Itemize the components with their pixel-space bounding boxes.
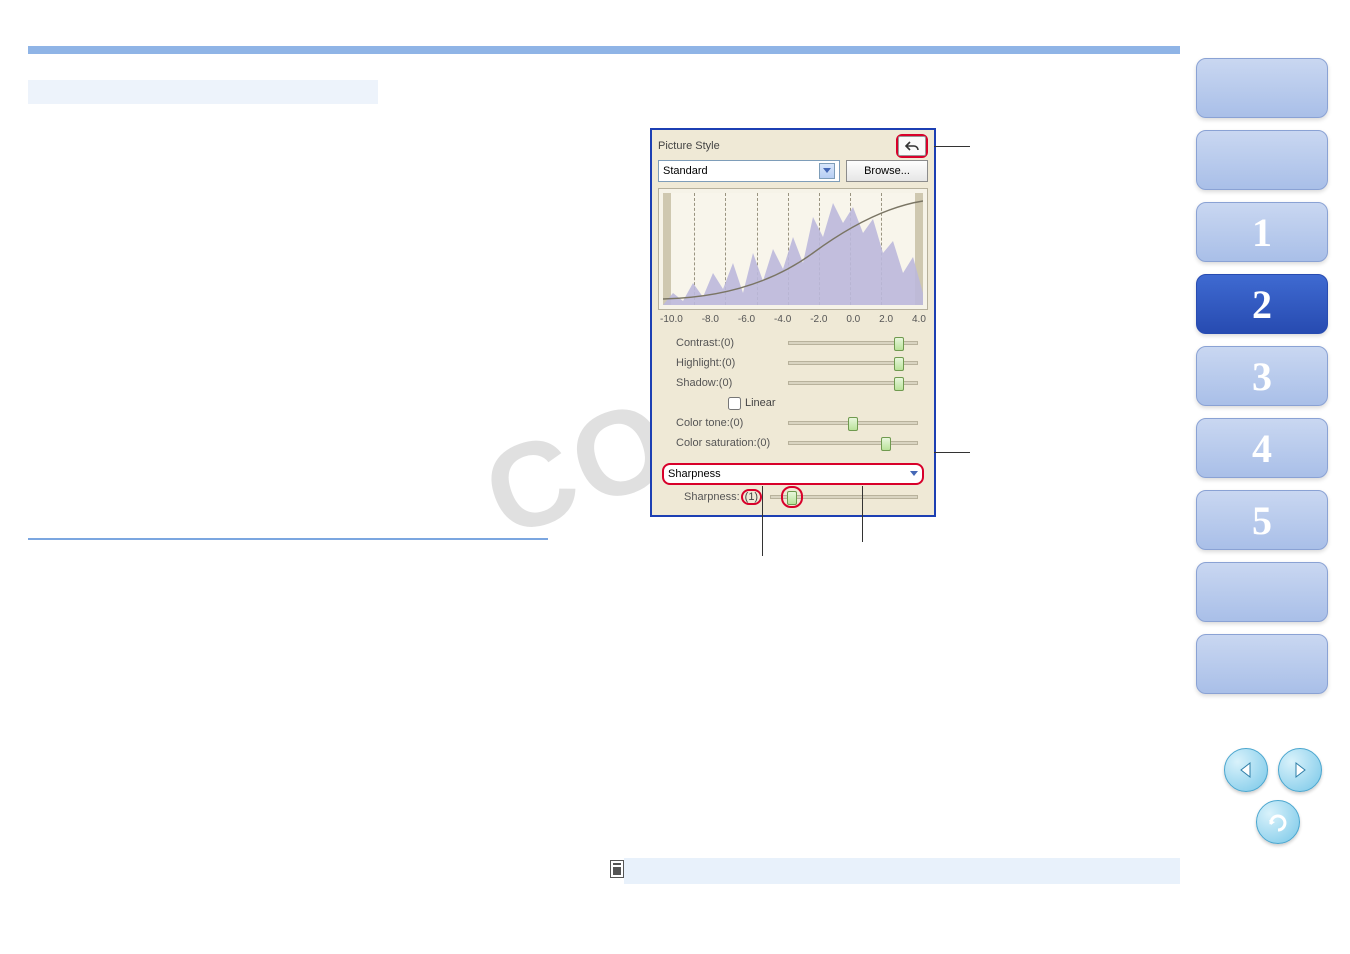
- picture-style-select[interactable]: Standard: [658, 160, 840, 182]
- nav-contents[interactable]: [1196, 130, 1328, 190]
- linear-label: Linear: [745, 397, 776, 409]
- browse-button[interactable]: Browse...: [846, 160, 928, 182]
- nav-chapter-4[interactable]: 4: [1196, 418, 1328, 478]
- chevron-down-icon: [910, 468, 918, 480]
- histogram: [658, 188, 928, 310]
- section-heading-placeholder: [28, 80, 378, 104]
- callout-leader: [762, 486, 763, 556]
- return-arrow-icon: [1267, 812, 1289, 832]
- callout-leader: [934, 452, 970, 453]
- histogram-ticks: -10.0 -8.0 -6.0 -4.0 -2.0 0.0 2.0 4.0: [652, 310, 934, 333]
- nav-index[interactable]: [1196, 634, 1328, 694]
- panel-title: Picture Style: [658, 140, 720, 152]
- shadow-slider[interactable]: [788, 381, 918, 385]
- sharpness-label: Sharpness:: [684, 491, 740, 503]
- contrast-slider[interactable]: [788, 341, 918, 345]
- contrast-label: Contrast:(0): [676, 337, 788, 349]
- linear-checkbox[interactable]: [728, 397, 741, 410]
- picture-style-value: Standard: [663, 165, 708, 177]
- divider: [28, 538, 548, 540]
- chapter-nav: 1 2 3 4 5: [1196, 58, 1328, 694]
- triangle-right-icon: [1291, 761, 1309, 779]
- picture-style-panel: Picture Style Standard Browse...: [650, 128, 936, 517]
- note-icon: [610, 860, 624, 878]
- sharpness-select-value: Sharpness: [668, 468, 721, 480]
- next-page-button[interactable]: [1278, 748, 1322, 792]
- highlight-label: Highlight:(0): [676, 357, 788, 369]
- revert-button[interactable]: [898, 136, 926, 156]
- undo-icon: [904, 140, 920, 152]
- nav-reference[interactable]: [1196, 562, 1328, 622]
- prev-page-button[interactable]: [1224, 748, 1268, 792]
- color-tone-label: Color tone:(0): [676, 417, 788, 429]
- color-saturation-slider[interactable]: [788, 441, 918, 445]
- nav-chapter-2[interactable]: 2: [1196, 274, 1328, 334]
- shadow-label: Shadow:(0): [676, 377, 788, 389]
- chevron-down-icon: [819, 163, 835, 179]
- nav-chapter-1[interactable]: 1: [1196, 202, 1328, 262]
- sharpness-value: (1): [741, 489, 762, 505]
- callout-leader: [862, 486, 863, 542]
- sharpness-select[interactable]: Sharpness: [662, 463, 924, 485]
- return-button[interactable]: [1256, 800, 1300, 844]
- highlight-slider[interactable]: [788, 361, 918, 365]
- color-saturation-label: Color saturation:(0): [676, 437, 788, 449]
- nav-intro[interactable]: [1196, 58, 1328, 118]
- callout-leader: [934, 146, 970, 147]
- top-rule: [28, 46, 1180, 54]
- nav-chapter-3[interactable]: 3: [1196, 346, 1328, 406]
- footnote-bar: [624, 858, 1180, 884]
- nav-chapter-5[interactable]: 5: [1196, 490, 1328, 550]
- color-tone-slider[interactable]: [788, 421, 918, 425]
- sharpness-slider[interactable]: [770, 495, 918, 499]
- triangle-left-icon: [1237, 761, 1255, 779]
